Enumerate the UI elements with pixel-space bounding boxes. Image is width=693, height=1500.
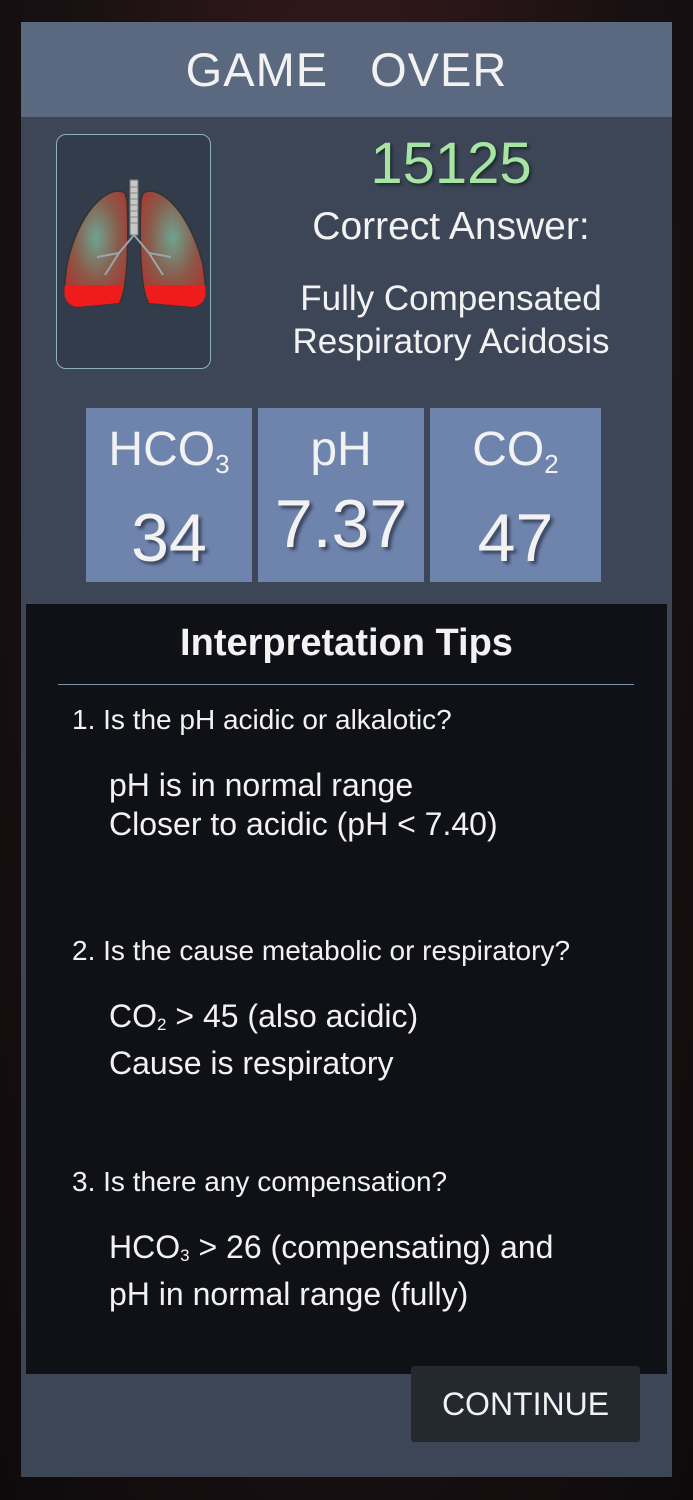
tip-answer-2: CO2 > 45 (also acidic) Cause is respirat… [109, 998, 419, 1081]
tip-question-2: 2. Is the cause metabolic or respiratory… [72, 935, 571, 966]
hco3-label: HCO3 [108, 423, 230, 479]
tips-title: Interpretation Tips [180, 622, 513, 664]
final-score: 15125 [370, 131, 532, 196]
co2-label: CO2 [472, 423, 559, 479]
tips-divider [58, 684, 634, 685]
ph-label: pH [310, 423, 372, 476]
interpretation-tips-panel: Interpretation Tips 1. Is the pH acidic … [26, 604, 667, 1374]
correct-answer: Fully Compensated Respiratory Acidosis [261, 277, 641, 363]
lungs-icon [63, 179, 207, 308]
hco3-value: 34 [131, 500, 207, 576]
continue-button[interactable]: CONTINUE [411, 1366, 640, 1442]
dialog-header: GAME OVER [21, 22, 672, 117]
co2-value: 47 [477, 500, 554, 576]
hco3-tile: HCO3 34 [86, 408, 252, 582]
tip-answer-3: HCO3 > 26 (compensating) and pH in norma… [109, 1229, 554, 1312]
lungs-card [56, 134, 211, 369]
tip-question-3: 3. Is there any compensation? [72, 1166, 448, 1197]
answer-line-2: Respiratory Acidosis [292, 322, 610, 361]
game-over-dialog: GAME OVER 15125 Correct Answer: Fully Co… [21, 22, 672, 1477]
correct-answer-label: Correct Answer: [312, 205, 590, 248]
ph-value: 7.37 [274, 486, 408, 562]
co2-tile: CO2 47 [430, 408, 601, 582]
tip-answer-1: pH is in normal range Closer to acidic (… [109, 767, 498, 842]
tip-question-1: 1. Is the pH acidic or alkalotic? [72, 704, 452, 735]
answer-line-1: Fully Compensated [300, 279, 602, 318]
dialog-title: GAME OVER [185, 43, 508, 96]
ph-tile: pH 7.37 [258, 408, 424, 582]
